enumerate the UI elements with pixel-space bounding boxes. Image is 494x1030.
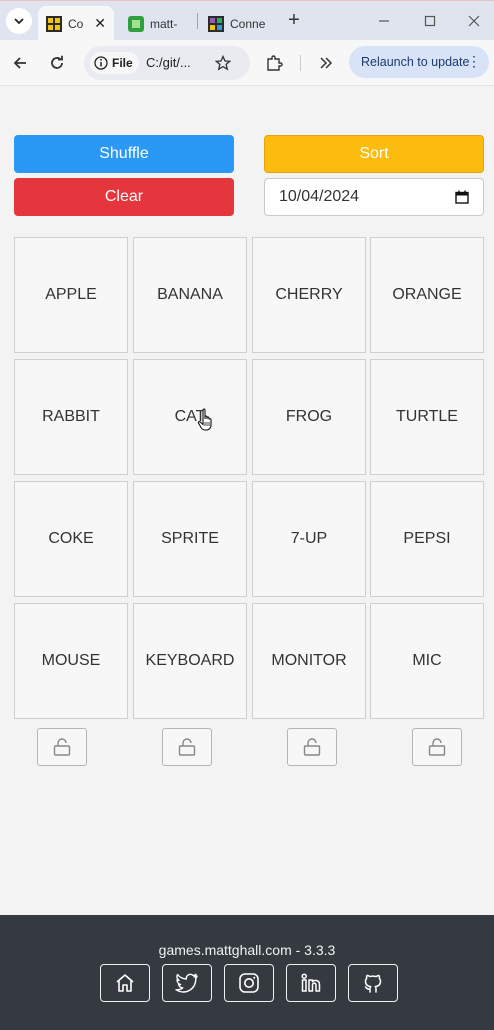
sort-button[interactable]: Sort bbox=[264, 135, 484, 173]
chevron-double-right-icon[interactable] bbox=[314, 51, 338, 75]
lock-row-button[interactable] bbox=[412, 728, 462, 766]
word-tile[interactable]: CAT bbox=[133, 359, 247, 475]
word-tile[interactable]: MOUSE bbox=[14, 603, 128, 719]
github-link-button[interactable] bbox=[348, 964, 398, 1002]
bookmark-star-icon[interactable] bbox=[211, 51, 235, 75]
extensions-icon[interactable] bbox=[262, 51, 286, 75]
minimize-icon[interactable] bbox=[372, 9, 396, 33]
word-tile[interactable]: SPRITE bbox=[133, 481, 247, 597]
word-tile[interactable]: CHERRY bbox=[252, 237, 366, 353]
twitter-icon bbox=[175, 973, 198, 993]
footer-site-version: games.mattghall.com - 3.3.3 bbox=[158, 942, 336, 958]
unlocked-padlock-icon bbox=[303, 738, 321, 756]
twitter-link-button[interactable] bbox=[162, 964, 212, 1002]
word-tile[interactable]: PEPSI bbox=[370, 481, 484, 597]
toolbar-divider bbox=[300, 55, 301, 71]
word-tile[interactable]: MIC bbox=[370, 603, 484, 719]
word-tile[interactable]: 7-UP bbox=[252, 481, 366, 597]
chevron-down-icon bbox=[14, 18, 24, 25]
word-tile[interactable]: BANANA bbox=[133, 237, 247, 353]
date-input[interactable]: 10/04/2024 bbox=[264, 178, 484, 216]
unlocked-padlock-icon bbox=[53, 738, 71, 756]
tab-title: Conne bbox=[230, 16, 266, 31]
browser-toolbar: File C:/git/... Relaunch to update ⋮ bbox=[0, 40, 494, 86]
lock-row-button[interactable] bbox=[287, 728, 337, 766]
footer: games.mattghall.com - 3.3.3 bbox=[0, 915, 494, 1030]
word-tile[interactable]: FROG bbox=[252, 359, 366, 475]
home-icon bbox=[116, 974, 134, 992]
word-tile[interactable]: MONITOR bbox=[252, 603, 366, 719]
word-tile[interactable]: KEYBOARD bbox=[133, 603, 247, 719]
linkedin-link-button[interactable] bbox=[286, 964, 336, 1002]
info-icon bbox=[94, 56, 108, 70]
tab-connections[interactable]: Conne bbox=[200, 6, 280, 41]
word-tile[interactable]: APPLE bbox=[14, 237, 128, 353]
tab-title: matt- bbox=[150, 16, 178, 31]
unlocked-padlock-icon bbox=[428, 738, 446, 756]
tab-matt[interactable]: matt- bbox=[120, 6, 194, 41]
lock-row-button[interactable] bbox=[37, 728, 87, 766]
date-value: 10/04/2024 bbox=[279, 188, 360, 205]
scheme-label: File bbox=[112, 56, 133, 70]
relaunch-label: Relaunch to update bbox=[361, 55, 470, 69]
calendar-icon[interactable] bbox=[455, 190, 469, 204]
word-tile[interactable]: RABBIT bbox=[14, 359, 128, 475]
word-tile[interactable]: TURTLE bbox=[370, 359, 484, 475]
green-favicon-icon bbox=[128, 15, 144, 32]
tab-title: Co bbox=[68, 16, 84, 31]
lock-row-button[interactable] bbox=[162, 728, 212, 766]
linkedin-icon bbox=[301, 973, 321, 992]
relaunch-to-update-button[interactable]: Relaunch to update ⋮ bbox=[349, 46, 489, 78]
tab-search-button[interactable] bbox=[6, 8, 32, 34]
back-icon[interactable] bbox=[8, 51, 32, 75]
new-tab-button[interactable]: + bbox=[284, 10, 304, 32]
browser-tab-strip: Co ✕ matt- Conne + bbox=[0, 0, 494, 41]
tab-separator bbox=[197, 13, 198, 29]
instagram-icon bbox=[239, 973, 259, 993]
word-tile[interactable]: COKE bbox=[14, 481, 128, 597]
github-icon bbox=[364, 974, 382, 993]
clear-button[interactable]: Clear bbox=[14, 178, 234, 216]
site-info-chip[interactable]: File bbox=[90, 52, 139, 74]
more-vert-icon: ⋮ bbox=[467, 53, 481, 69]
url-text: C:/git/... bbox=[146, 55, 191, 70]
grid-favicon-icon bbox=[208, 15, 224, 32]
unlocked-padlock-icon bbox=[178, 738, 196, 756]
maximize-icon[interactable] bbox=[418, 9, 442, 33]
word-tile[interactable]: ORANGE bbox=[370, 237, 484, 353]
home-link-button[interactable] bbox=[100, 964, 150, 1002]
reload-icon[interactable] bbox=[45, 51, 69, 75]
close-window-icon[interactable] bbox=[462, 9, 486, 33]
tab-active[interactable]: Co ✕ bbox=[38, 6, 114, 41]
grid-favicon-icon bbox=[46, 15, 62, 32]
instagram-link-button[interactable] bbox=[224, 964, 274, 1002]
shuffle-button[interactable]: Shuffle bbox=[14, 135, 234, 173]
tab-close-icon[interactable]: ✕ bbox=[94, 15, 106, 32]
